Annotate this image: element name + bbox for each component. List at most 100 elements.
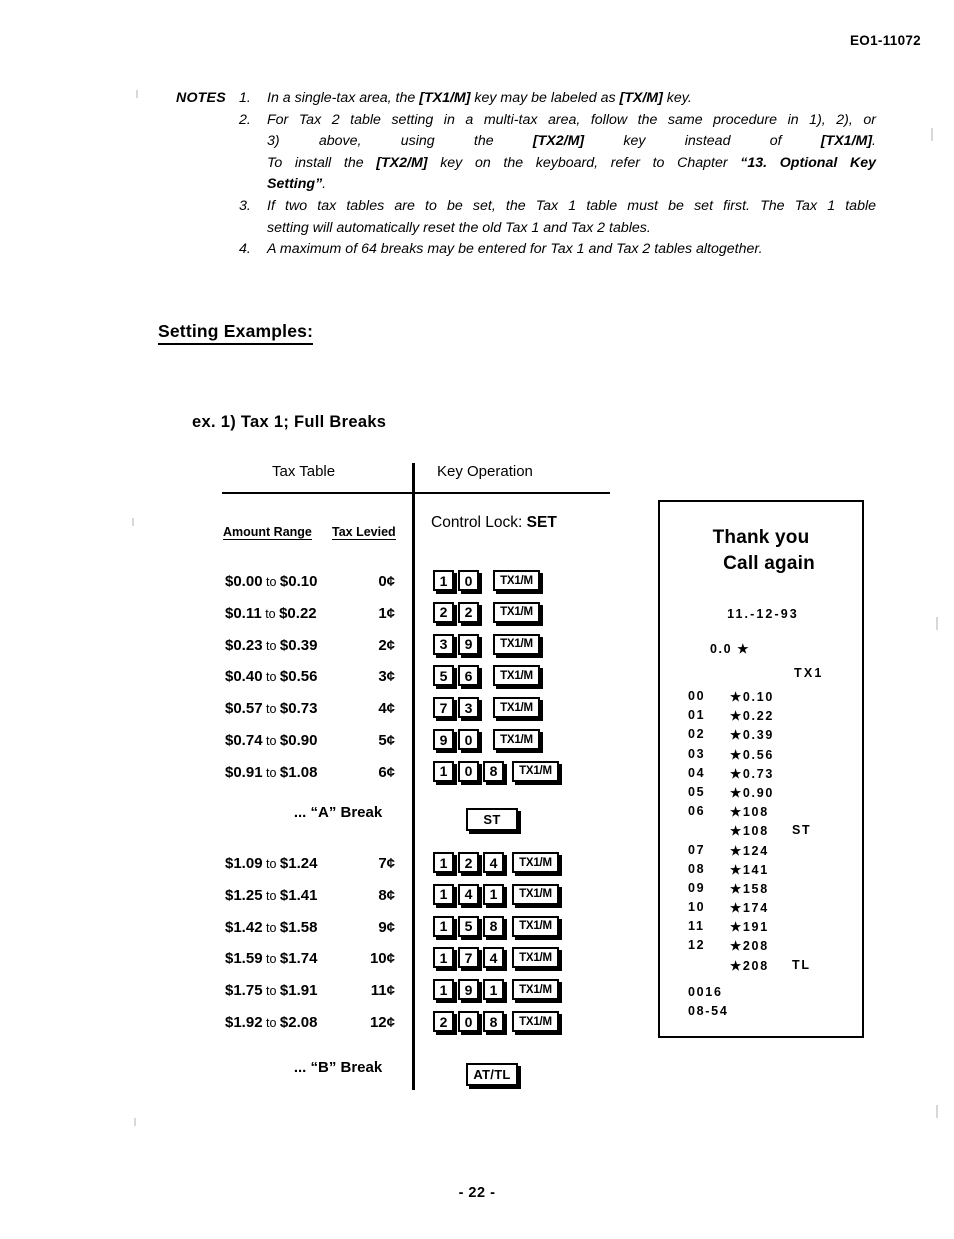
note-text: If two tax tables are to be set, the Tax… bbox=[267, 197, 876, 214]
note-text: . bbox=[322, 176, 327, 193]
tax-amount-range: $0.91 to $1.08 bbox=[225, 764, 317, 781]
subheader-tax-levied: Tax Levied bbox=[332, 525, 396, 540]
key-digit-4[interactable]: 4 bbox=[458, 883, 479, 905]
tax-levied-value: 11¢ bbox=[370, 982, 395, 1000]
tax-table-row: $0.40 to $0.56 3¢ bbox=[215, 668, 407, 688]
key-tx1m[interactable]: TX1/M bbox=[493, 665, 540, 687]
key-tx1m[interactable]: TX1/M bbox=[512, 852, 559, 873]
key-digit-8[interactable]: 8 bbox=[483, 1011, 504, 1032]
key-digit-2[interactable]: 2 bbox=[433, 601, 454, 623]
key-operation-row: 1 4 1 TX1/M bbox=[433, 883, 559, 910]
key-tx1m[interactable]: TX1/M bbox=[493, 601, 540, 623]
range-separator: to bbox=[262, 1016, 280, 1030]
note-text-emphasis: [TX/M] bbox=[619, 90, 663, 106]
key-st[interactable]: ST bbox=[466, 808, 518, 831]
key-digit-5[interactable]: 5 bbox=[433, 665, 454, 687]
key-digit-1[interactable]: 1 bbox=[433, 883, 454, 905]
receipt-line-value: ★0.73 bbox=[730, 766, 775, 781]
key-tx1m[interactable]: TX1/M bbox=[512, 979, 559, 1001]
key-digit-2[interactable]: 2 bbox=[433, 1011, 454, 1032]
range-to: $0.10 bbox=[279, 573, 318, 590]
key-digit-2[interactable]: 2 bbox=[458, 601, 479, 623]
tax-table-row: $0.23 to $0.39 2¢ bbox=[215, 637, 407, 657]
key-tx1m[interactable]: TX1/M bbox=[512, 760, 559, 782]
range-from: $0.91 bbox=[225, 763, 263, 781]
key-digit-3[interactable]: 3 bbox=[458, 697, 479, 719]
key-tx1m[interactable]: TX1/M bbox=[512, 883, 559, 905]
key-tx1m[interactable]: TX1/M bbox=[493, 729, 540, 750]
receipt-line-list: 00 ★0.10 01 ★0.22 02 ★0.39 03 ★0.56 04 ★0.73 05 ★0.… bbox=[660, 689, 862, 977]
key-digit-1[interactable]: 1 bbox=[483, 883, 504, 905]
key-digit-2[interactable]: 2 bbox=[458, 852, 479, 873]
key-digit-0[interactable]: 0 bbox=[458, 760, 479, 782]
tax-amount-range: $0.11 to $0.22 bbox=[225, 605, 317, 622]
receipt-footer-line1: 0016 bbox=[688, 984, 723, 999]
key-digit-1[interactable]: 1 bbox=[433, 760, 454, 782]
key-digit-4[interactable]: 4 bbox=[483, 947, 504, 969]
receipt-line-index: 09 bbox=[688, 880, 706, 895]
key-tx1m[interactable]: TX1/M bbox=[493, 697, 540, 719]
key-digit-0[interactable]: 0 bbox=[458, 1011, 479, 1032]
key-digit-5[interactable]: 5 bbox=[458, 915, 479, 937]
key-digit-1[interactable]: 1 bbox=[433, 570, 454, 591]
range-from: $0.00 bbox=[225, 573, 263, 590]
header-rule bbox=[222, 492, 610, 494]
range-separator: to bbox=[262, 952, 280, 967]
key-digit-0[interactable]: 0 bbox=[458, 729, 479, 750]
receipt-line-value: ★0.56 bbox=[730, 747, 775, 762]
scan-artifact bbox=[931, 128, 933, 141]
tax-amount-range: $1.75 to $1.91 bbox=[225, 982, 317, 999]
range-to: $1.91 bbox=[279, 982, 318, 1000]
break-label-a: ... “A” Break bbox=[293, 804, 383, 821]
receipt-line-index bbox=[688, 958, 730, 977]
key-digit-6[interactable]: 6 bbox=[458, 665, 479, 687]
tax-amount-range: $1.09 to $1.24 bbox=[225, 855, 317, 872]
key-digit-1[interactable]: 1 bbox=[433, 915, 454, 937]
receipt-line-index: 02 bbox=[688, 727, 706, 742]
key-digit-1[interactable]: 1 bbox=[433, 947, 454, 969]
key-operation-row: 9 0 TX1/M bbox=[433, 729, 540, 755]
tax-levied-value: 10¢ bbox=[369, 950, 395, 968]
key-digit-1[interactable]: 1 bbox=[483, 979, 504, 1001]
receipt-line: 06 ★108 bbox=[688, 804, 862, 823]
receipt-line-value: ★191 bbox=[730, 920, 769, 935]
key-digit-9[interactable]: 9 bbox=[458, 979, 479, 1001]
key-digit-8[interactable]: 8 bbox=[483, 760, 504, 782]
note-text-emphasis: “13. Optional Key bbox=[740, 154, 877, 171]
note-text: For Tax 2 table setting in a multi-tax a… bbox=[267, 111, 876, 128]
tax-amount-range: $1.92 to $2.08 bbox=[225, 1014, 317, 1031]
note-item: 1. In a single-tax area, the [TX1/M] key … bbox=[239, 88, 876, 110]
key-attl[interactable]: AT/TL bbox=[466, 1063, 518, 1086]
receipt-date: 11.-12-93 bbox=[727, 607, 799, 621]
key-tx1m[interactable]: TX1/M bbox=[493, 570, 540, 591]
key-digit-4[interactable]: 4 bbox=[483, 852, 504, 873]
note-number: 4. bbox=[239, 241, 251, 258]
range-from: $1.75 bbox=[225, 982, 263, 1000]
range-to: $0.56 bbox=[279, 668, 318, 686]
tax-table-row: $1.09 to $1.24 7¢ bbox=[215, 855, 407, 875]
key-tx1m[interactable]: TX1/M bbox=[512, 1011, 559, 1032]
key-digit-7[interactable]: 7 bbox=[458, 947, 479, 969]
tax-table-row: $1.92 to $2.08 12¢ bbox=[215, 1014, 407, 1034]
receipt-line-value: ★0.22 bbox=[730, 709, 775, 724]
key-digit-1[interactable]: 1 bbox=[433, 979, 454, 1001]
key-digit-9[interactable]: 9 bbox=[458, 633, 479, 655]
range-separator: to bbox=[262, 734, 280, 748]
note-text: key instead of bbox=[584, 133, 821, 150]
key-tx1m[interactable]: TX1/M bbox=[512, 947, 559, 969]
range-to: $0.73 bbox=[279, 700, 318, 718]
key-digit-1[interactable]: 1 bbox=[433, 852, 454, 873]
tax-levied-value: 3¢ bbox=[378, 668, 395, 686]
key-tx1m[interactable]: TX1/M bbox=[493, 633, 540, 655]
receipt-line-index: 12 bbox=[688, 938, 706, 953]
key-digit-8[interactable]: 8 bbox=[483, 915, 504, 937]
range-from: $1.92 bbox=[225, 1014, 263, 1031]
key-tx1m[interactable]: TX1/M bbox=[512, 915, 559, 937]
column-header-key-operation: Key Operation bbox=[437, 463, 533, 480]
range-from: $1.59 bbox=[225, 950, 263, 968]
receipt-line-index: 06 bbox=[688, 804, 706, 819]
key-digit-9[interactable]: 9 bbox=[433, 729, 454, 750]
key-digit-3[interactable]: 3 bbox=[433, 633, 454, 655]
key-digit-0[interactable]: 0 bbox=[458, 570, 479, 591]
key-digit-7[interactable]: 7 bbox=[433, 697, 454, 719]
